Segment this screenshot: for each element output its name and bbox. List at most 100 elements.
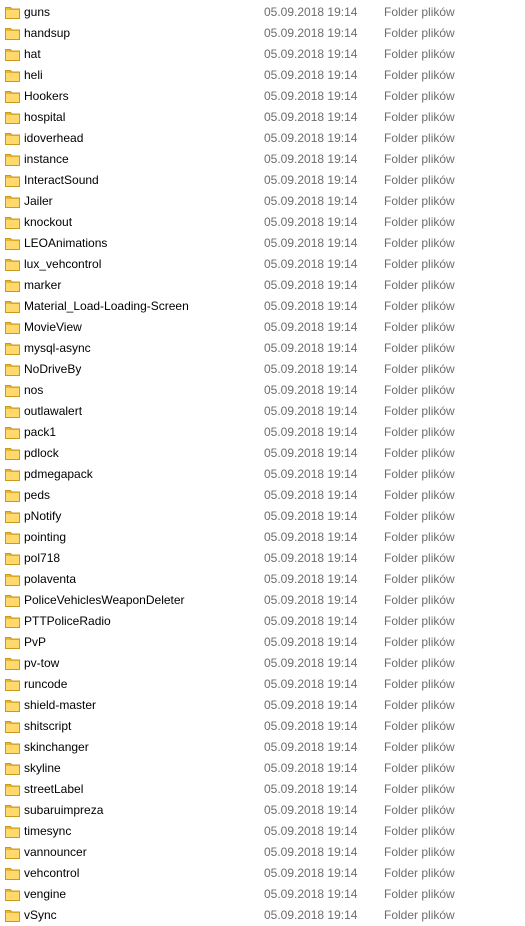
file-row[interactable]: NoDriveBy 05.09.2018 19:14 Folder plików <box>0 359 525 380</box>
modified-date: 05.09.2018 19:14 <box>264 530 358 544</box>
folder-icon <box>5 257 20 272</box>
folder-icon <box>5 782 20 797</box>
modified-date: 05.09.2018 19:14 <box>264 89 358 103</box>
file-name: lux_vehcontrol <box>24 257 102 271</box>
file-row[interactable]: nos 05.09.2018 19:14 Folder plików <box>0 380 525 401</box>
file-type: Folder plików <box>384 257 455 271</box>
file-row[interactable]: outlawalert 05.09.2018 19:14 Folder plików <box>0 401 525 422</box>
file-row[interactable]: vengine 05.09.2018 19:14 Folder plików <box>0 884 525 905</box>
file-row[interactable]: Hookers 05.09.2018 19:14 Folder plików <box>0 86 525 107</box>
file-row[interactable]: vSync 05.09.2018 19:14 Folder plików <box>0 905 525 926</box>
folder-icon <box>5 446 20 461</box>
file-row[interactable]: PvP 05.09.2018 19:14 Folder plików <box>0 632 525 653</box>
folder-icon <box>5 362 20 377</box>
file-name: pNotify <box>24 509 62 523</box>
file-row[interactable]: guns 05.09.2018 19:14 Folder plików <box>0 2 525 23</box>
file-name: outlawalert <box>24 404 83 418</box>
file-row[interactable]: pv-tow 05.09.2018 19:14 Folder plików <box>0 653 525 674</box>
file-type: Folder plików <box>384 572 455 586</box>
file-row[interactable]: MovieView 05.09.2018 19:14 Folder plików <box>0 317 525 338</box>
file-type: Folder plików <box>384 593 455 607</box>
file-row[interactable]: marker 05.09.2018 19:14 Folder plików <box>0 275 525 296</box>
modified-date: 05.09.2018 19:14 <box>264 131 358 145</box>
file-row[interactable]: InteractSound 05.09.2018 19:14 Folder plik… <box>0 170 525 191</box>
file-row[interactable]: shield-master 05.09.2018 19:14 Folder plik… <box>0 695 525 716</box>
folder-icon <box>5 824 20 839</box>
file-row[interactable]: hat 05.09.2018 19:14 Folder plików <box>0 44 525 65</box>
file-row[interactable]: vannouncer 05.09.2018 19:14 Folder plików <box>0 842 525 863</box>
folder-icon <box>5 593 20 608</box>
file-type: Folder plików <box>384 635 455 649</box>
file-name: PoliceVehiclesWeaponDeleter <box>24 593 185 607</box>
file-type: Folder plików <box>384 719 455 733</box>
file-row[interactable]: idoverhead 05.09.2018 19:14 Folder plików <box>0 128 525 149</box>
file-row[interactable]: knockout 05.09.2018 19:14 Folder plików <box>0 212 525 233</box>
file-type: Folder plików <box>384 68 455 82</box>
file-row[interactable]: pdmegapack 05.09.2018 19:14 Folder plików <box>0 464 525 485</box>
folder-icon <box>5 656 20 671</box>
modified-date: 05.09.2018 19:14 <box>264 68 358 82</box>
file-row[interactable]: mysql-async 05.09.2018 19:14 Folder plików <box>0 338 525 359</box>
file-row[interactable]: instance 05.09.2018 19:14 Folder plików <box>0 149 525 170</box>
file-row[interactable]: Jailer 05.09.2018 19:14 Folder plików <box>0 191 525 212</box>
file-type: Folder plików <box>384 131 455 145</box>
file-name: pointing <box>24 530 67 544</box>
file-row[interactable]: vehcontrol 05.09.2018 19:14 Folder plików <box>0 863 525 884</box>
file-row[interactable]: shitscript 05.09.2018 19:14 Folder plików <box>0 716 525 737</box>
modified-date: 05.09.2018 19:14 <box>264 383 358 397</box>
file-row[interactable]: subaruimpreza 05.09.2018 19:14 Folder plik… <box>0 800 525 821</box>
file-row[interactable]: pointing 05.09.2018 19:14 Folder plików <box>0 527 525 548</box>
folder-icon <box>5 761 20 776</box>
modified-date: 05.09.2018 19:14 <box>264 215 358 229</box>
file-row[interactable]: PTTPoliceRadio 05.09.2018 19:14 Folder pli… <box>0 611 525 632</box>
folder-icon <box>5 509 20 524</box>
file-row[interactable]: PoliceVehiclesWeaponDeleter 05.09.2018 19… <box>0 590 525 611</box>
modified-date: 05.09.2018 19:14 <box>264 866 358 880</box>
file-name: knockout <box>24 215 73 229</box>
file-name: instance <box>24 152 69 166</box>
modified-date: 05.09.2018 19:14 <box>264 341 358 355</box>
file-type: Folder plików <box>384 26 455 40</box>
file-name: streetLabel <box>24 782 84 796</box>
modified-date: 05.09.2018 19:14 <box>264 614 358 628</box>
file-row[interactable]: pol718 05.09.2018 19:14 Folder plików <box>0 548 525 569</box>
file-type: Folder plików <box>384 614 455 628</box>
file-name: nos <box>24 383 44 397</box>
file-row[interactable]: skyline 05.09.2018 19:14 Folder plików <box>0 758 525 779</box>
modified-date: 05.09.2018 19:14 <box>264 824 358 838</box>
file-name: Material_Load-Loading-Screen <box>24 299 189 313</box>
file-type: Folder plików <box>384 152 455 166</box>
modified-date: 05.09.2018 19:14 <box>264 236 358 250</box>
file-row[interactable]: skinchanger 05.09.2018 19:14 Folder plików <box>0 737 525 758</box>
file-row[interactable]: pdlock 05.09.2018 19:14 Folder plików <box>0 443 525 464</box>
file-row[interactable]: heli 05.09.2018 19:14 Folder plików <box>0 65 525 86</box>
modified-date: 05.09.2018 19:14 <box>264 152 358 166</box>
file-row[interactable]: polaventa 05.09.2018 19:14 Folder plików <box>0 569 525 590</box>
modified-date: 05.09.2018 19:14 <box>264 593 358 607</box>
file-row[interactable]: peds 05.09.2018 19:14 Folder plików <box>0 485 525 506</box>
modified-date: 05.09.2018 19:14 <box>264 47 358 61</box>
file-type: Folder plików <box>384 761 455 775</box>
file-row[interactable]: streetLabel 05.09.2018 19:14 Folder plików <box>0 779 525 800</box>
modified-date: 05.09.2018 19:14 <box>264 362 358 376</box>
file-row[interactable]: handsup 05.09.2018 19:14 Folder plików <box>0 23 525 44</box>
file-type: Folder plików <box>384 320 455 334</box>
file-row[interactable]: runcode 05.09.2018 19:14 Folder plików <box>0 674 525 695</box>
file-row[interactable]: lux_vehcontrol 05.09.2018 19:14 Folder pli… <box>0 254 525 275</box>
file-type: Folder plików <box>384 194 455 208</box>
file-type: Folder plików <box>384 824 455 838</box>
folder-icon <box>5 908 20 923</box>
file-row[interactable]: hospital 05.09.2018 19:14 Folder plików <box>0 107 525 128</box>
file-name: skyline <box>24 761 61 775</box>
file-row[interactable]: Material_Load-Loading-Screen 05.09.2018 1… <box>0 296 525 317</box>
folder-icon <box>5 803 20 818</box>
modified-date: 05.09.2018 19:14 <box>264 467 358 481</box>
file-type: Folder plików <box>384 887 455 901</box>
file-row[interactable]: pack1 05.09.2018 19:14 Folder plików <box>0 422 525 443</box>
modified-date: 05.09.2018 19:14 <box>264 761 358 775</box>
file-type: Folder plików <box>384 530 455 544</box>
file-row[interactable]: LEOAnimations 05.09.2018 19:14 Folder plik… <box>0 233 525 254</box>
file-row[interactable]: pNotify 05.09.2018 19:14 Folder plików <box>0 506 525 527</box>
file-name: marker <box>24 278 62 292</box>
file-row[interactable]: timesync 05.09.2018 19:14 Folder plików <box>0 821 525 842</box>
